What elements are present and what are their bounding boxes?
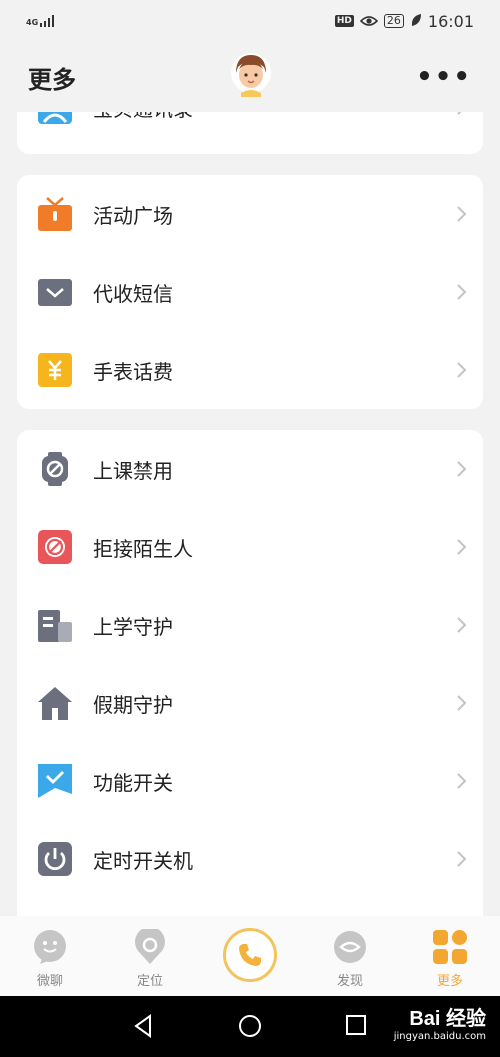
signal-bars-icon xyxy=(40,15,55,27)
page-header: 更多 ••• xyxy=(0,42,500,112)
recent-apps-icon[interactable] xyxy=(345,1014,367,1036)
nav-label: 微聊 xyxy=(36,974,63,989)
chat-icon xyxy=(34,930,66,964)
chevron-right-icon xyxy=(457,617,467,633)
menu-item-label: 拒接陌生人 xyxy=(93,536,193,561)
chevron-right-icon xyxy=(457,362,467,378)
discover-icon xyxy=(334,931,366,963)
phone-icon xyxy=(239,944,261,966)
menu-item-label: 假期守护 xyxy=(93,692,173,717)
leaf-icon xyxy=(410,12,422,31)
school-icon xyxy=(38,608,72,642)
check-flag-icon xyxy=(38,764,72,798)
menu-item-activity-square[interactable]: 活动广场 xyxy=(17,175,483,253)
chevron-right-icon xyxy=(457,461,467,477)
page-title: 更多 xyxy=(28,65,76,94)
watermark-brand: Bai 经验 xyxy=(409,1008,486,1030)
menu-item-scheduled-power[interactable]: 定时开关机 xyxy=(17,820,483,898)
contacts-icon xyxy=(38,112,72,124)
eye-icon xyxy=(359,12,379,31)
nav-call[interactable] xyxy=(200,916,300,996)
block-call-icon xyxy=(38,530,72,564)
signal-indicator: 4G xyxy=(26,15,55,27)
card-guardian: 上课禁用 拒接陌生人 上学守护 假期守护 功能开关 定时开关机 xyxy=(17,430,483,916)
nav-discover[interactable]: 发现 xyxy=(300,916,400,996)
hd-badge: HD xyxy=(334,15,354,27)
avatar[interactable] xyxy=(230,49,272,97)
gift-icon xyxy=(38,197,72,231)
menu-item-label: 上课禁用 xyxy=(93,458,173,483)
menu-item-feature-switches[interactable]: 功能开关 xyxy=(17,742,483,820)
call-button[interactable] xyxy=(223,928,277,982)
menu-item-class-mode[interactable]: 上课禁用 xyxy=(17,430,483,508)
nav-label: 更多 xyxy=(436,974,463,989)
menu-item-label: 定时开关机 xyxy=(93,848,193,873)
nav-label: 定位 xyxy=(136,974,163,989)
menu-item-label: 宝贝通讯录 xyxy=(93,112,455,122)
power-icon xyxy=(38,842,72,876)
chevron-right-icon xyxy=(457,539,467,555)
chevron-right-icon xyxy=(457,284,467,300)
nav-label: 发现 xyxy=(336,974,363,989)
chevron-right-icon xyxy=(457,695,467,711)
network-type: 4G xyxy=(26,18,39,27)
nav-location[interactable]: 定位 xyxy=(100,916,200,996)
chevron-right-icon xyxy=(457,112,462,115)
watermark-url: jingyan.baidu.com xyxy=(393,1031,486,1042)
system-nav-bar: Bai 经验 jingyan.baidu.com xyxy=(0,996,500,1057)
home-icon xyxy=(38,686,72,720)
yuan-icon xyxy=(38,353,72,387)
card-contacts: 宝贝通讯录 xyxy=(17,112,483,154)
menu-item-sms[interactable]: 代收短信 xyxy=(17,253,483,331)
watch-ban-icon xyxy=(38,452,72,486)
menu-item-label: 代收短信 xyxy=(93,281,173,306)
menu-item-label: 功能开关 xyxy=(93,770,173,795)
chevron-right-icon xyxy=(457,773,467,789)
watermark: Bai 经验 jingyan.baidu.com xyxy=(394,1002,486,1042)
back-icon[interactable] xyxy=(133,1014,153,1038)
menu-item-label: 活动广场 xyxy=(93,203,173,228)
menu-item-contacts[interactable]: 宝贝通讯录 xyxy=(17,112,483,146)
menu-item-label: 手表话费 xyxy=(93,359,173,384)
home-button-icon[interactable] xyxy=(238,1014,262,1038)
menu-item-watch-credit[interactable]: 手表话费 xyxy=(17,331,483,409)
nav-chat[interactable]: 微聊 xyxy=(0,916,100,996)
more-options-button[interactable]: ••• xyxy=(416,64,472,90)
envelope-icon xyxy=(38,275,72,309)
battery-level: 26 xyxy=(383,14,404,28)
menu-item-holiday-guard[interactable]: 假期守护 xyxy=(17,664,483,742)
clock: 16:01 xyxy=(427,11,474,31)
bottom-nav: 微聊 定位 发现 更多 xyxy=(0,916,500,996)
menu-item-label: 上学守护 xyxy=(93,614,173,639)
more-grid-icon xyxy=(433,930,467,964)
status-bar: 4G HD 26 16:01 xyxy=(0,0,500,42)
nav-more[interactable]: 更多 xyxy=(400,916,500,996)
menu-item-school-guard[interactable]: 上学守护 xyxy=(17,586,483,664)
card-services: 活动广场 代收短信 手表话费 xyxy=(17,175,483,409)
chevron-right-icon xyxy=(457,851,467,867)
location-icon xyxy=(135,929,165,964)
chevron-right-icon xyxy=(457,206,467,222)
menu-item-reject-strangers[interactable]: 拒接陌生人 xyxy=(17,508,483,586)
